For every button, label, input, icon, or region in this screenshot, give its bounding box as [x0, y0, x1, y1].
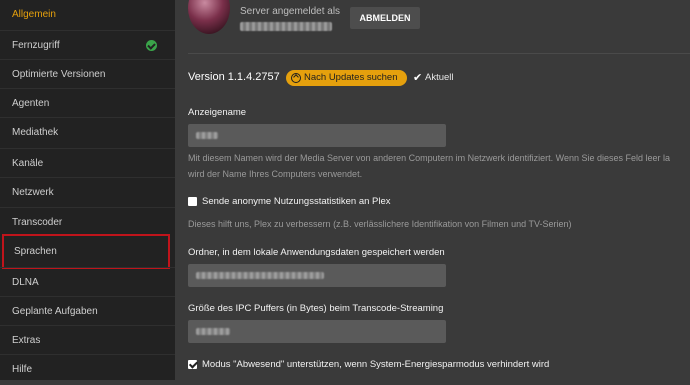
sidebar-item-geplante-aufgaben[interactable]: Geplante Aufgaben	[0, 296, 175, 326]
check-updates-button[interactable]: Nach Updates suchen	[286, 70, 407, 86]
sidebar-item-allgemein[interactable]: Allgemein	[0, 0, 175, 30]
sidebar-item-netzwerk[interactable]: Netzwerk	[0, 177, 175, 207]
friendly-name-input[interactable]	[188, 124, 446, 147]
sidebar-item-dlna[interactable]: DLNA	[0, 267, 175, 297]
divider	[188, 53, 690, 54]
checkmark-icon: ✔	[413, 71, 422, 84]
account-email-redacted	[240, 22, 332, 31]
redacted-value	[196, 132, 218, 139]
redacted-value	[196, 328, 230, 335]
sidebar-item-kanaele[interactable]: Kanäle	[0, 148, 175, 178]
update-icon	[291, 73, 301, 83]
signed-in-label: Server angemeldet als	[240, 6, 340, 17]
ipc-buffer-label: Größe des IPC Puffers (in Bytes) beim Tr…	[188, 303, 443, 314]
redacted-value	[196, 272, 324, 279]
check-updates-label: Nach Updates suchen	[304, 72, 397, 83]
version-text: Version 1.1.4.2757	[188, 71, 280, 83]
sidebar-item-agenten[interactable]: Agenten	[0, 88, 175, 118]
settings-main: Server angemeldet als ABMELDEN Version 1…	[175, 0, 690, 380]
sidebar-item-sprachen[interactable]: Sprachen	[2, 234, 170, 269]
ipc-buffer-input[interactable]	[188, 320, 446, 343]
friendly-name-label: Anzeigename	[188, 107, 246, 118]
sidebar-item-label: Fernzugriff	[12, 40, 60, 51]
away-mode-checkbox[interactable]	[188, 360, 197, 369]
friendly-name-help-1: Mit diesem Namen wird der Media Server v…	[188, 150, 670, 166]
away-mode-label: Modus "Abwesend" unterstützen, wenn Syst…	[202, 359, 549, 370]
usage-stats-label: Sende anonyme Nutzungsstatistiken an Ple…	[202, 196, 391, 207]
usage-stats-help: Dieses hilft uns, Plex zu verbessern (z.…	[188, 216, 572, 232]
sidebar-item-fernzugriff[interactable]: Fernzugriff	[0, 30, 175, 60]
data-folder-label: Ordner, in dem lokale Anwendungsdaten ge…	[188, 247, 445, 258]
update-status: Aktuell	[425, 72, 454, 83]
logout-button[interactable]: ABMELDEN	[350, 7, 420, 29]
sidebar-item-optimierte-versionen[interactable]: Optimierte Versionen	[0, 59, 175, 89]
friendly-name-help-2: wird der Name Ihres Computers verwendet.	[188, 166, 362, 182]
sidebar-item-transcoder[interactable]: Transcoder	[0, 207, 175, 237]
usage-stats-checkbox[interactable]	[188, 197, 197, 206]
check-circle-icon	[146, 40, 157, 51]
settings-sidebar: Allgemein Fernzugriff Optimierte Version…	[0, 0, 175, 380]
data-folder-input[interactable]	[188, 264, 446, 287]
sidebar-item-extras[interactable]: Extras	[0, 325, 175, 355]
avatar	[188, 0, 230, 34]
sidebar-item-mediathek[interactable]: Mediathek	[0, 117, 175, 147]
